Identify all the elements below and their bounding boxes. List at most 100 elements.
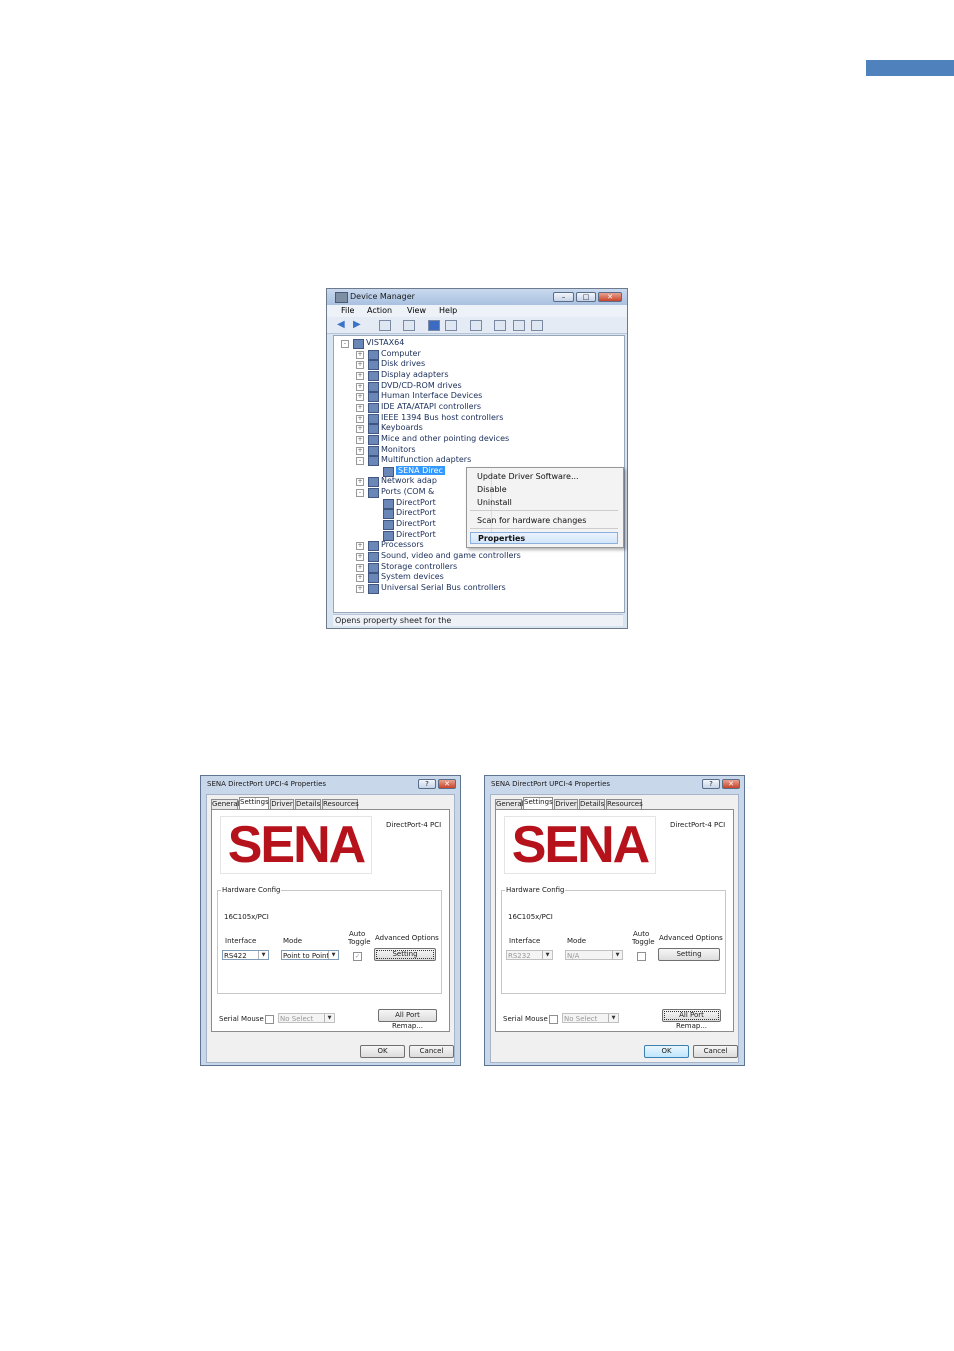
serial-mouse-checkbox[interactable]: [265, 1015, 274, 1024]
tab-resources[interactable]: Resources: [606, 799, 643, 809]
collapse-icon[interactable]: -: [356, 489, 364, 498]
uninstall-icon[interactable]: [513, 320, 525, 331]
chevron-down-icon: ▼: [324, 1014, 334, 1022]
expand-icon[interactable]: +: [356, 371, 364, 380]
expand-icon[interactable]: +: [356, 446, 364, 455]
setting-button[interactable]: Setting: [374, 948, 436, 961]
serial-mouse-checkbox[interactable]: [549, 1015, 558, 1024]
tree-node-label: DirectPort: [396, 508, 436, 518]
serial-mouse-select[interactable]: No Select ▼: [562, 1013, 619, 1023]
menu-item-uninstall[interactable]: Uninstall: [470, 497, 618, 509]
expand-icon[interactable]: +: [356, 553, 364, 561]
tree-node-label: Sound, video and game controllers: [381, 551, 521, 560]
tree-node-label: DirectPort: [396, 519, 436, 529]
expand-icon[interactable]: +: [356, 435, 364, 444]
menu-item-scan[interactable]: Scan for hardware changes: [470, 515, 618, 527]
context-menu: Update Driver Software... Disable Uninst…: [466, 467, 624, 548]
expand-icon[interactable]: +: [356, 403, 364, 412]
expand-icon[interactable]: +: [356, 542, 364, 551]
mode-select[interactable]: N/A ▼: [565, 950, 623, 960]
tree-node-label: Network adap: [381, 476, 437, 486]
menu-help[interactable]: Help: [439, 306, 457, 315]
device-icon: [368, 477, 379, 488]
properties-icon[interactable]: [403, 320, 415, 331]
device-icon: [368, 562, 379, 573]
update-driver-icon[interactable]: [494, 320, 506, 331]
title-bar[interactable]: SENA DirectPort UPCI-4 Properties? ✕: [201, 776, 460, 791]
collapse-icon[interactable]: -: [356, 457, 364, 466]
advanced-options-label: Advanced Options: [659, 934, 723, 942]
menu-file[interactable]: File: [341, 306, 354, 315]
cancel-button[interactable]: Cancel: [693, 1045, 738, 1058]
tab-resources[interactable]: Resources: [322, 799, 359, 809]
device-icon: [368, 583, 379, 594]
close-icon[interactable]: ✕: [438, 779, 456, 789]
tab-driver[interactable]: Driver: [554, 799, 578, 809]
tab-details[interactable]: Details: [295, 799, 321, 809]
menu-view[interactable]: View: [407, 306, 426, 315]
expand-icon[interactable]: +: [356, 584, 364, 593]
setting-button[interactable]: Setting: [658, 948, 720, 961]
tab-general[interactable]: General: [211, 799, 240, 809]
tab-details[interactable]: Details: [579, 799, 605, 809]
help-icon[interactable]: ?: [702, 779, 720, 789]
show-hide-tree-icon[interactable]: [379, 320, 391, 331]
close-icon[interactable]: ✕: [598, 292, 622, 302]
all-port-remap-button[interactable]: All Port Remap...: [378, 1009, 437, 1030]
title-bar[interactable]: Device Manager – □ ✕: [327, 289, 627, 305]
title-bar[interactable]: SENA DirectPort UPCI-4 Properties? ✕: [485, 776, 744, 791]
expand-icon[interactable]: +: [356, 563, 364, 572]
tree-node-label: IEEE 1394 Bus host controllers: [381, 412, 504, 422]
serial-mouse-select[interactable]: No Select ▼: [278, 1013, 335, 1023]
scan-hardware-icon[interactable]: [470, 320, 482, 331]
mode-select[interactable]: Point to Point ▼: [281, 950, 339, 960]
auto-toggle-checkbox[interactable]: [637, 952, 646, 961]
interface-select[interactable]: RS422 ▼: [222, 950, 269, 960]
tab-general[interactable]: General: [495, 799, 524, 809]
status-bar: Opens property sheet for the: [333, 614, 623, 626]
all-port-remap-button[interactable]: All Port Remap...: [662, 1009, 721, 1030]
cancel-button[interactable]: Cancel: [409, 1045, 454, 1058]
expand-icon[interactable]: +: [356, 425, 364, 434]
chevron-down-icon: ▼: [608, 1014, 618, 1022]
ok-button[interactable]: OK: [360, 1045, 405, 1058]
close-icon[interactable]: ✕: [722, 779, 740, 789]
menu-action[interactable]: Action: [367, 306, 392, 315]
auto-toggle-checkbox[interactable]: ✓: [353, 952, 362, 961]
menu-item-update-driver[interactable]: Update Driver Software...: [470, 471, 618, 483]
minimize-icon[interactable]: –: [553, 292, 574, 302]
interface-select[interactable]: RS232 ▼: [506, 950, 553, 960]
help-icon[interactable]: [428, 320, 440, 331]
view-icon[interactable]: [445, 320, 457, 331]
help-icon[interactable]: ?: [418, 779, 436, 789]
serial-mouse-label: Serial Mouse :: [503, 1015, 553, 1023]
mode-label: Mode: [567, 937, 587, 945]
device-icon: [368, 413, 379, 424]
expand-icon[interactable]: +: [356, 361, 364, 370]
interface-value: RS232: [508, 952, 531, 960]
tree-node-label: Ports (COM &: [381, 487, 435, 497]
tree-node-label: Computer: [381, 348, 421, 358]
ok-button[interactable]: OK: [644, 1045, 689, 1058]
hardware-config-group: Hardware Config 16C105x/PCI Interface Mode A…: [217, 886, 442, 994]
expand-icon[interactable]: +: [356, 414, 364, 423]
device-icon: [383, 530, 394, 541]
expand-icon[interactable]: +: [356, 393, 364, 402]
expand-icon[interactable]: +: [356, 382, 364, 391]
menu-item-disable[interactable]: Disable: [470, 484, 618, 496]
device-icon: [368, 552, 379, 562]
forward-icon[interactable]: ▶: [353, 320, 363, 330]
collapse-icon[interactable]: -: [341, 340, 349, 348]
expand-icon[interactable]: +: [356, 478, 364, 487]
tree-node-label: Disk drives: [381, 359, 426, 369]
tab-driver[interactable]: Driver: [270, 799, 294, 809]
back-icon[interactable]: ◀: [337, 320, 347, 330]
expand-icon[interactable]: +: [356, 350, 364, 359]
menu-item-properties[interactable]: Properties: [470, 532, 618, 544]
tree-node-label: DirectPort: [396, 529, 436, 539]
disable-icon[interactable]: [531, 320, 543, 331]
device-manager-icon: [335, 292, 348, 303]
expand-icon[interactable]: +: [356, 574, 364, 583]
maximize-icon[interactable]: □: [576, 292, 596, 302]
serial-mouse-label: Serial Mouse :: [219, 1015, 269, 1023]
